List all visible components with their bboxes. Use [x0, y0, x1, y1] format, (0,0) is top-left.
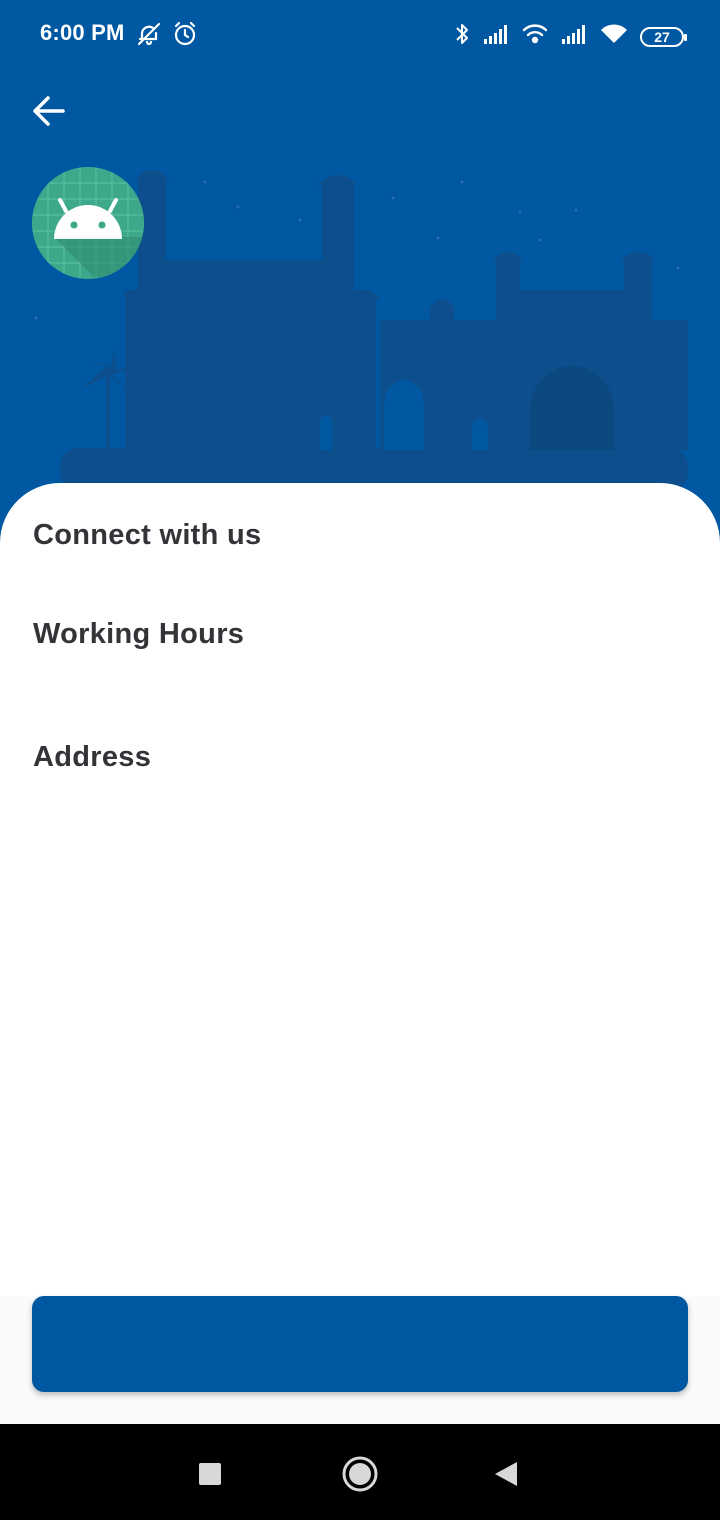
signal-icon	[560, 23, 588, 50]
recent-apps-icon	[199, 1463, 221, 1485]
home-icon	[342, 1456, 378, 1492]
back-button[interactable]	[26, 88, 72, 134]
back-icon	[495, 1462, 517, 1486]
connect-with-us-heading: Connect with us	[33, 519, 262, 551]
nav-back-button[interactable]	[484, 1452, 528, 1496]
arrow-left-icon	[33, 96, 65, 126]
status-bar: 6:00 PM 27	[0, 0, 720, 70]
primary-action-button[interactable]	[32, 1296, 688, 1392]
wifi-icon	[600, 23, 628, 50]
signal-icon	[482, 23, 510, 50]
content-card: Connect with us Working Hours Address	[0, 483, 720, 1303]
system-nav-bar	[0, 1424, 720, 1520]
bluetooth-icon	[454, 21, 470, 52]
app-logo	[32, 167, 144, 279]
home-button[interactable]	[338, 1452, 382, 1496]
status-time: 6:00 PM	[40, 20, 125, 45]
working-hours-heading: Working Hours	[33, 618, 245, 650]
alarm-icon	[172, 21, 198, 52]
recent-apps-button[interactable]	[188, 1452, 232, 1496]
bottom-bar	[0, 1296, 720, 1424]
wifi-calling-icon	[522, 22, 548, 51]
address-heading: Address	[33, 741, 152, 773]
battery-icon: 27	[640, 26, 687, 47]
android-icon	[32, 167, 144, 279]
bell-off-icon	[136, 21, 162, 52]
